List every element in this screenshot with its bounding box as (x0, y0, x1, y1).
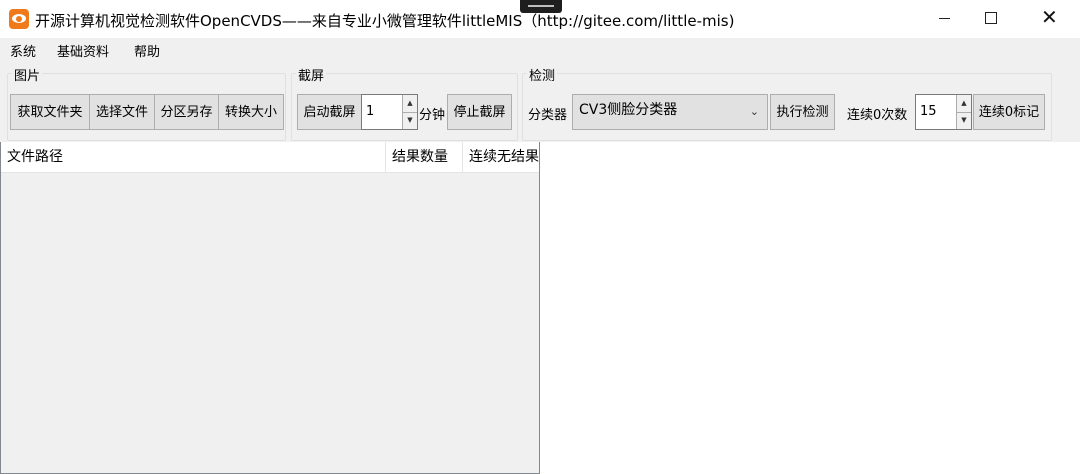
menu-system[interactable]: 系统 (10, 41, 36, 60)
app-logo-icon (9, 9, 29, 29)
detect-group: 检测 分类器 CV3侧脸分类器 ⌄ 执行检测 连续0次数 15 ▲ ▼ 连续0标… (522, 65, 1052, 141)
menu-bar: 系统 基础资料 帮助 (0, 38, 1080, 60)
count-label: 连续0次数 (847, 108, 908, 123)
maximize-button[interactable] (968, 0, 1014, 38)
screenshot-group: 截屏 启动截屏 1 ▲ ▼ 分钟 停止截屏 (291, 65, 518, 141)
file-list[interactable]: 文件路径 结果数量 连续无结果 (0, 142, 540, 474)
menu-help[interactable]: 帮助 (134, 41, 160, 60)
mark-zero-button[interactable]: 连续0标记 (973, 94, 1045, 130)
image-preview-panel (540, 142, 1080, 474)
stop-screenshot-button[interactable]: 停止截屏 (447, 94, 512, 130)
detect-group-title: 检测 (527, 65, 558, 84)
close-button[interactable]: ✕ (1026, 0, 1072, 38)
select-file-button[interactable]: 选择文件 (89, 94, 155, 130)
classifier-select[interactable]: CV3侧脸分类器 ⌄ (572, 94, 768, 130)
partition-save-button[interactable]: 分区另存 (154, 94, 219, 130)
get-folder-button[interactable]: 获取文件夹 (10, 94, 90, 130)
col-header-result-count[interactable]: 结果数量 (386, 142, 463, 172)
col-header-file-path[interactable]: 文件路径 (1, 142, 386, 172)
maximize-icon (985, 12, 997, 24)
picture-group: 图片 获取文件夹 选择文件 分区另存 转换大小 (7, 65, 286, 141)
minimize-button[interactable] (922, 0, 968, 38)
interval-stepper[interactable]: 1 ▲ ▼ (361, 94, 418, 130)
title-bar: 开源计算机视觉检测软件OpenCVDS——来自专业小微管理软件littleMIS… (0, 0, 1080, 38)
chevron-down-icon: ⌄ (749, 105, 759, 118)
snap-grip-handle[interactable] (520, 0, 562, 13)
run-detect-button[interactable]: 执行检测 (770, 94, 835, 130)
picture-group-title: 图片 (12, 65, 43, 84)
spin-down-icon[interactable]: ▼ (403, 112, 417, 129)
menu-basic-data[interactable]: 基础资料 (57, 41, 109, 60)
classifier-value: CV3侧脸分类器 (579, 102, 678, 118)
list-header: 文件路径 结果数量 连续无结果 (1, 142, 539, 173)
spin-down-icon[interactable]: ▼ (957, 112, 971, 129)
minimize-icon (939, 18, 950, 19)
spin-up-icon[interactable]: ▲ (957, 95, 971, 113)
spin-up-icon[interactable]: ▲ (403, 95, 417, 113)
count-stepper[interactable]: 15 ▲ ▼ (915, 94, 972, 130)
col-header-no-result[interactable]: 连续无结果 (463, 142, 539, 172)
start-screenshot-button[interactable]: 启动截屏 (297, 94, 362, 130)
count-value: 15 (920, 104, 937, 119)
resize-button[interactable]: 转换大小 (218, 94, 284, 130)
interval-value: 1 (366, 104, 375, 119)
window-title: 开源计算机视觉检测软件OpenCVDS——来自专业小微管理软件littleMIS… (35, 12, 735, 30)
toolbar-area: 图片 获取文件夹 选择文件 分区另存 转换大小 截屏 启动截屏 1 ▲ ▼ 分钟… (0, 60, 1080, 142)
close-icon: ✕ (1041, 5, 1058, 29)
classifier-label: 分类器 (528, 108, 568, 123)
interval-unit-label: 分钟 (419, 108, 446, 123)
screenshot-group-title: 截屏 (296, 65, 327, 84)
